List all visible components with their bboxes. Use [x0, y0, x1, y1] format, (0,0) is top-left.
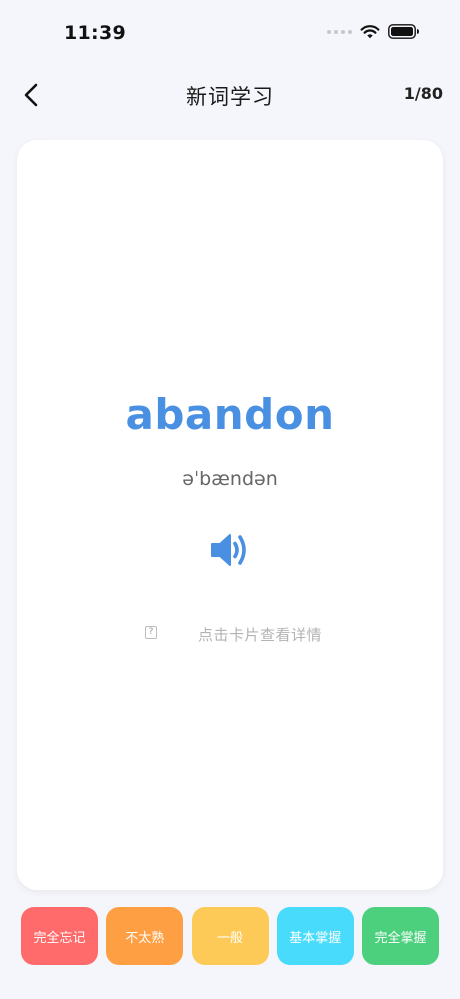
hint-text: 点击卡片查看详情: [198, 626, 323, 644]
header: 新词学习 1/80: [0, 70, 460, 120]
phonetic-text: əˈbændən: [182, 468, 278, 490]
rating-bar: 完全忘记 不太熟 一般 基本掌握 完全掌握: [21, 907, 439, 965]
pronounce-button[interactable]: [208, 528, 252, 572]
word-text: abandon: [125, 390, 335, 439]
rating-button-mostly-mastered[interactable]: 基本掌握: [276, 907, 354, 965]
rating-button-unfamiliar[interactable]: 不太熟: [106, 907, 184, 965]
rating-button-average[interactable]: 一般: [191, 907, 269, 965]
hint-icon: ?: [145, 626, 157, 639]
rating-button-forgot[interactable]: 完全忘记: [21, 907, 98, 965]
status-bar: 11:39: [0, 0, 460, 64]
rating-button-mastered[interactable]: 完全掌握: [362, 907, 439, 965]
page-title: 新词学习: [186, 85, 274, 109]
hint-row: ? 点击卡片查看详情: [144, 624, 344, 648]
word-card[interactable]: abandon əˈbændən ? 点击卡片查看详情: [17, 140, 443, 890]
wifi-icon: [360, 25, 380, 39]
progress-counter: 1/80: [403, 84, 443, 103]
battery-icon: [388, 24, 419, 39]
status-time: 11:39: [64, 22, 126, 44]
signal-dots-icon: [327, 29, 352, 34]
speaker-icon: [211, 534, 246, 566]
status-icons: [327, 24, 420, 39]
